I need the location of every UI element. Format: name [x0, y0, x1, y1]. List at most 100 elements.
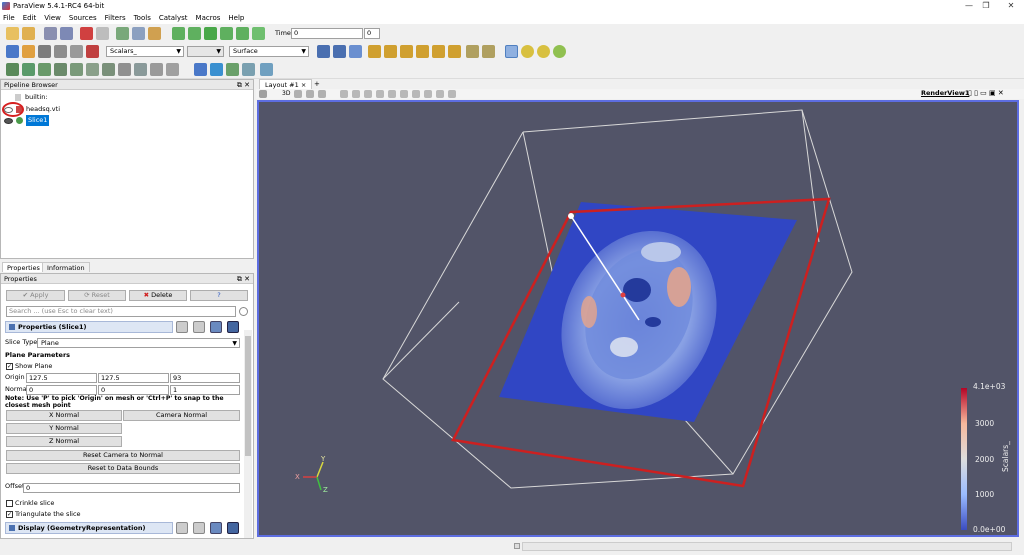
- probe-location-icon[interactable]: [260, 63, 273, 76]
- center-axes-icon[interactable]: [521, 45, 534, 58]
- section-header-display[interactable]: Display (GeometryRepresentation): [5, 522, 173, 534]
- glyph-icon[interactable]: [102, 63, 115, 76]
- tab-properties[interactable]: Properties: [2, 262, 45, 272]
- camera-redo-icon[interactable]: [318, 90, 326, 98]
- view-plus-y-icon[interactable]: [400, 45, 413, 58]
- rotate-cw-icon[interactable]: [466, 45, 479, 58]
- disconnect-icon[interactable]: [132, 27, 145, 40]
- close-button[interactable]: ✕: [997, 0, 1024, 12]
- normal-handle[interactable]: [568, 213, 574, 219]
- component-select[interactable]: ▼: [187, 46, 224, 57]
- slice-type-select[interactable]: Plane ▼: [37, 338, 240, 348]
- custom-range-icon[interactable]: [54, 45, 67, 58]
- menu-help[interactable]: Help: [228, 14, 244, 22]
- menu-catalyst[interactable]: Catalyst: [159, 14, 188, 22]
- menu-macros[interactable]: Macros: [196, 14, 221, 22]
- warp-vector-icon[interactable]: [134, 63, 147, 76]
- x-normal-button[interactable]: X Normal: [6, 410, 122, 421]
- save-state-icon[interactable]: [60, 27, 73, 40]
- menu-sources[interactable]: Sources: [69, 14, 97, 22]
- search-input[interactable]: Search ... (use Esc to clear text): [6, 306, 236, 317]
- reset-button[interactable]: ⟳ Reset: [68, 290, 126, 301]
- clear-selection-icon[interactable]: [448, 90, 456, 98]
- clip-icon[interactable]: [38, 63, 51, 76]
- menu-tools[interactable]: Tools: [134, 14, 151, 22]
- origin-y-input[interactable]: 127.5: [98, 373, 169, 383]
- slice-icon[interactable]: [54, 63, 67, 76]
- group-datasets-icon[interactable]: [150, 63, 163, 76]
- scrollbar-thumb[interactable]: [245, 336, 251, 456]
- select-frustum-icon[interactable]: [364, 90, 372, 98]
- play-icon[interactable]: [204, 27, 217, 40]
- close-icon[interactable]: ×: [301, 81, 306, 89]
- save-defaults-icon[interactable]: [227, 321, 239, 333]
- loop-icon[interactable]: [252, 27, 265, 40]
- menu-view[interactable]: View: [44, 14, 61, 22]
- menu-edit[interactable]: Edit: [23, 14, 37, 22]
- orientation-axes-icon[interactable]: [505, 45, 518, 58]
- redo-icon[interactable]: [96, 27, 109, 40]
- restore-button[interactable]: ❐: [972, 0, 1000, 12]
- rescale-visible-icon[interactable]: [70, 45, 83, 58]
- connect-icon[interactable]: [116, 27, 129, 40]
- menu-filters[interactable]: Filters: [105, 14, 126, 22]
- reset-center-icon[interactable]: [537, 45, 550, 58]
- menu-file[interactable]: File: [3, 14, 15, 22]
- tab-layout-1[interactable]: Layout #1 ×: [259, 79, 313, 89]
- normal-x-input[interactable]: 0: [26, 385, 97, 395]
- offset-input[interactable]: 0: [23, 483, 240, 493]
- show-plane-checkbox[interactable]: ✓: [6, 363, 13, 370]
- select-cells-icon[interactable]: [340, 90, 348, 98]
- render-view[interactable]: Y X Z 4.1e+03 3000 2000 1000 0.0e+00 Sca…: [257, 100, 1019, 537]
- reset-data-bounds-button[interactable]: Reset to Data Bounds: [6, 463, 240, 474]
- edit-colormap-icon[interactable]: [22, 45, 35, 58]
- select-block-icon[interactable]: [388, 90, 396, 98]
- restore-defaults-icon[interactable]: [210, 522, 222, 534]
- view-plus-x-icon[interactable]: [368, 45, 381, 58]
- extract-subset-icon[interactable]: [86, 63, 99, 76]
- memory-inspector-icon[interactable]: [514, 543, 520, 549]
- panel-controls[interactable]: ⧉ ✕: [237, 80, 250, 90]
- tab-information[interactable]: Information: [42, 262, 90, 272]
- histogram-icon[interactable]: [242, 63, 255, 76]
- spreadsheet-icon[interactable]: [210, 63, 223, 76]
- open-icon[interactable]: [6, 27, 19, 40]
- shrink-selection-icon[interactable]: [436, 90, 444, 98]
- previous-frame-icon[interactable]: [188, 27, 201, 40]
- pipeline-item-slice1[interactable]: Slice1: [4, 115, 50, 126]
- first-frame-icon[interactable]: [172, 27, 185, 40]
- time-input[interactable]: 0: [291, 28, 363, 39]
- color-by-select[interactable]: Scalars_ ▼: [106, 46, 184, 57]
- next-frame-icon[interactable]: [220, 27, 233, 40]
- python-shell-icon[interactable]: [148, 27, 161, 40]
- color-legend-icon[interactable]: [6, 45, 19, 58]
- normal-y-input[interactable]: 0: [98, 385, 169, 395]
- threshold-icon[interactable]: [70, 63, 83, 76]
- panel-controls[interactable]: ⧉ ✕: [237, 274, 250, 284]
- last-frame-icon[interactable]: [236, 27, 249, 40]
- zoom-to-data-icon[interactable]: [333, 45, 346, 58]
- delete-button[interactable]: ✖ Delete: [129, 290, 187, 301]
- paste-icon[interactable]: [193, 321, 205, 333]
- view-plus-z-icon[interactable]: [432, 45, 445, 58]
- grow-selection-icon[interactable]: [424, 90, 432, 98]
- recent-files-icon[interactable]: [22, 27, 35, 40]
- save-data-icon[interactable]: [44, 27, 57, 40]
- copy-icon[interactable]: [176, 321, 188, 333]
- contour-icon[interactable]: [22, 63, 35, 76]
- add-layout-tab[interactable]: +: [314, 79, 320, 89]
- interactive-select-icon[interactable]: [400, 90, 408, 98]
- view-minus-y-icon[interactable]: [416, 45, 429, 58]
- representation-select[interactable]: Surface ▼: [229, 46, 309, 57]
- reset-range-icon[interactable]: [38, 45, 51, 58]
- plot-over-line-icon[interactable]: [226, 63, 239, 76]
- split-icon[interactable]: [259, 90, 267, 98]
- view-minus-z-icon[interactable]: [448, 45, 461, 58]
- save-defaults-icon[interactable]: [227, 522, 239, 534]
- undo-icon[interactable]: [80, 27, 93, 40]
- origin-handle[interactable]: [620, 292, 626, 298]
- pipeline-item-builtin[interactable]: builtin:: [15, 92, 48, 103]
- apply-button[interactable]: ✔ Apply: [6, 290, 65, 301]
- section-header-properties[interactable]: Properties (Slice1): [5, 321, 173, 333]
- camera-undo-icon[interactable]: [306, 90, 314, 98]
